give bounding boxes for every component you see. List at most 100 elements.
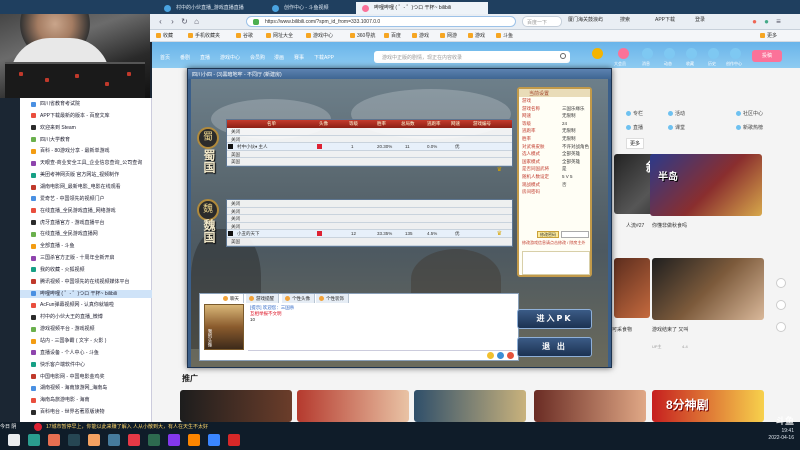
bookmark-item[interactable]: 斗鱼 (496, 32, 513, 39)
browser-tab-2[interactable]: 创作中心 - 斗鱼视频 (266, 2, 354, 14)
settings-icon[interactable] (507, 352, 514, 359)
video-thumbnail[interactable] (614, 258, 650, 318)
seat-row-player[interactable]: 村中小伙♦ 主人 1 20.30% 11 0.0% 优 (227, 143, 512, 151)
sidebar-item[interactable]: 爱奇艺 - 中国领先的视频门户 (20, 195, 152, 203)
promo-thumbnail[interactable]: 8分神剧 (652, 390, 764, 422)
app-icon[interactable] (188, 434, 200, 446)
nav-match[interactable]: 赛事 (294, 54, 304, 61)
bookmark-item[interactable]: 百度 (384, 32, 401, 39)
exit-button[interactable]: 退 出 (517, 337, 592, 357)
nav-download[interactable]: 下载APP (314, 54, 334, 61)
enter-pk-button[interactable]: 进入PK (517, 309, 592, 329)
nav-gamecenter[interactable]: 游戏中心 (220, 54, 240, 61)
bookmark-item[interactable]: 谷歌 (236, 32, 253, 39)
sidebar-item[interactable]: 虎牙直播官方 - 游戏直播平台 (20, 219, 152, 227)
app-icon[interactable] (108, 434, 120, 446)
video-title[interactable]: 人流#27 (626, 222, 644, 229)
send-icon[interactable] (497, 352, 504, 359)
creator-icon[interactable] (730, 48, 741, 59)
bookmark-item[interactable]: 游戏 (412, 32, 429, 39)
sidebar-item[interactable]: 在线直播_全民游戏直播网 (20, 230, 152, 238)
sidebar-item[interactable]: 四川省教育考试院 (20, 100, 152, 108)
favorite-icon[interactable] (686, 48, 697, 59)
seat-row-player[interactable]: 小丑的天下 12 33.35% 135 4.5% 优 (227, 230, 512, 238)
video-title[interactable]: 可采食物 (612, 326, 632, 333)
browser-tab-3[interactable]: 哔哩哔哩 ( ゜- ゜)つロ 干杯~ bilibili (356, 2, 488, 14)
game-reminder-tab[interactable]: 游戏提醒 (246, 294, 279, 303)
right-link-4[interactable]: 登录 (695, 16, 705, 23)
clock[interactable]: 19:41 2022-04-16 (768, 428, 794, 442)
search-icon[interactable] (560, 53, 566, 59)
promo-thumbnail[interactable] (414, 390, 526, 422)
promo-thumbnail[interactable] (534, 390, 646, 422)
category-link[interactable]: 社区中心 (736, 110, 763, 117)
category-link[interactable]: 课堂 (668, 124, 685, 131)
sidebar-item[interactable]: 我的收藏 - 火狐视频 (20, 266, 152, 274)
right-link-2[interactable]: 搜索 (620, 16, 630, 23)
app-icon[interactable] (208, 434, 220, 446)
sidebar-item[interactable]: 天眼查-商业安全工具_企业信息查询_公司查询 (20, 159, 152, 167)
bookmark-item[interactable]: 网址大全 (266, 32, 293, 39)
sidebar-item[interactable]: 欢迎来到 Steam (20, 124, 152, 132)
sidebar-item[interactable]: 游戏视频平台 - 游戏视频 (20, 325, 152, 333)
sidebar-item[interactable]: 全部直播 - 斗鱼 (20, 242, 152, 250)
chat-tab[interactable]: 聊天 (220, 294, 244, 303)
promo-thumbnail[interactable] (180, 390, 292, 422)
right-link-3[interactable]: APP下载 (655, 16, 675, 23)
seat-row[interactable]: 美国 (227, 238, 512, 246)
forward-icon[interactable]: › (168, 17, 177, 26)
emoji-icon[interactable] (487, 352, 494, 359)
sidebar-item[interactable]: 湖南视频 - 海南旅游网_海南岛 (20, 384, 152, 392)
bookmark-item[interactable]: 游戏 (468, 32, 485, 39)
dynamic-icon[interactable] (664, 48, 675, 59)
history-icon[interactable] (708, 48, 719, 59)
sidebar-item[interactable]: 村中的小伙大王的直播_微博 (20, 313, 152, 321)
seat-row[interactable]: 关闭 (227, 215, 512, 223)
nav-live[interactable]: 直播 (200, 54, 210, 61)
back-icon[interactable]: ‹ (156, 17, 165, 26)
bookmark-item[interactable]: 网游 (440, 32, 457, 39)
avatar[interactable] (592, 48, 603, 59)
seat-row[interactable]: 关闭 (227, 128, 512, 136)
video-thumbnail[interactable] (652, 258, 764, 320)
sidebar-item[interactable]: APP下载最新的版本 - 百度文库 (20, 112, 152, 120)
sidebar-item[interactable]: 海南岛旅游电影 - 海南 (20, 396, 152, 404)
menu-icon[interactable]: ≡ (774, 17, 783, 26)
sidebar-item[interactable]: AcFun弹幕视频网 - 认真你就输啦 (20, 301, 152, 309)
chat-input[interactable] (248, 350, 518, 360)
sidebar-item[interactable]: 快乐客户端软件中心 (20, 361, 152, 369)
more-button[interactable]: 更多 (626, 138, 645, 149)
sidebar-item[interactable]: 站内 - 三国争霸 ( 文字 - 火影 ) (20, 337, 152, 345)
sidebar-item[interactable]: 三国杀官方正版 - 十周年全新开启 (20, 254, 152, 262)
bookmark-item[interactable]: 收藏 (156, 32, 173, 39)
change-password-button[interactable]: 修改密码 (537, 231, 559, 238)
vip-icon[interactable] (618, 48, 629, 59)
app-icon[interactable] (88, 434, 100, 446)
seat-row[interactable]: 关闭 (227, 136, 512, 144)
seat-row[interactable]: 关闭 (227, 223, 512, 231)
sidebar-item[interactable]: 美团考神网页版 官方网站_视频制作 (20, 171, 152, 179)
bookmark-item[interactable]: 游戏中心 (306, 32, 333, 39)
app-icon[interactable] (148, 434, 160, 446)
start-icon[interactable] (8, 434, 20, 446)
back-top-icon[interactable] (776, 322, 786, 332)
url-field[interactable]: https://www.bilibili.com/?spm_id_from=33… (246, 16, 516, 27)
right-link-1[interactable]: 厦门海关鼓浪屿 (568, 16, 603, 23)
video-uploader[interactable]: UP主 (652, 344, 662, 350)
app-icon[interactable] (48, 434, 60, 446)
home-icon[interactable]: ⌂ (192, 17, 201, 26)
nav-home[interactable]: 首页 (160, 54, 170, 61)
promo-thumbnail[interactable] (297, 390, 409, 422)
site-search-input[interactable]: 游戏中正版的剧情，现正在内容收录 (374, 51, 570, 63)
category-link[interactable]: 活动 (668, 110, 685, 117)
refresh-icon[interactable]: ↻ (180, 17, 189, 26)
avatar-tab[interactable]: 个性头像 (282, 294, 315, 303)
app-icon[interactable] (28, 434, 40, 446)
bookmark-item[interactable]: 手机收藏夹 (188, 32, 220, 39)
feedback-icon[interactable] (776, 300, 786, 310)
app-icon[interactable] (228, 434, 240, 446)
app-icon[interactable] (168, 434, 180, 446)
nav-manga[interactable]: 漫画 (274, 54, 284, 61)
seat-row[interactable]: 美国 (227, 151, 512, 159)
browser-search-box[interactable]: 百度一下 (522, 16, 562, 27)
